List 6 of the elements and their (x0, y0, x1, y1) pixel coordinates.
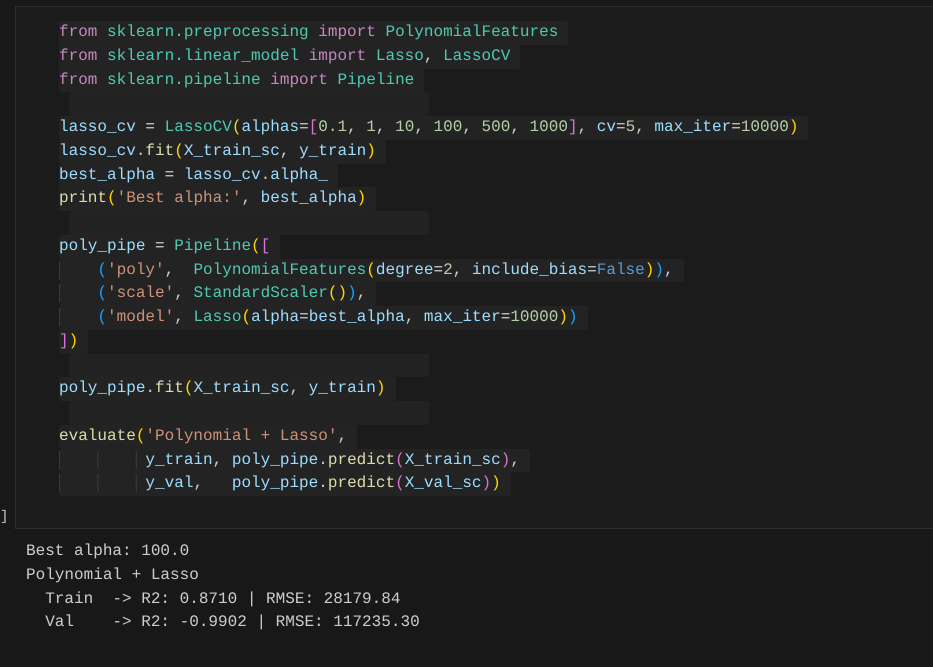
output-line: Polynomial + Lasso (26, 564, 200, 586)
output-line: Best alpha: 100.0 (26, 541, 190, 562)
output-line: Val -> R2: -0.9902 | RMSE: 117235.30 (44, 612, 421, 634)
code-cell[interactable] (15, 6, 933, 529)
output-line: Train -> R2: 0.8710 | RMSE: 28179.84 (44, 588, 402, 610)
cell-bracket: ] (0, 509, 8, 525)
